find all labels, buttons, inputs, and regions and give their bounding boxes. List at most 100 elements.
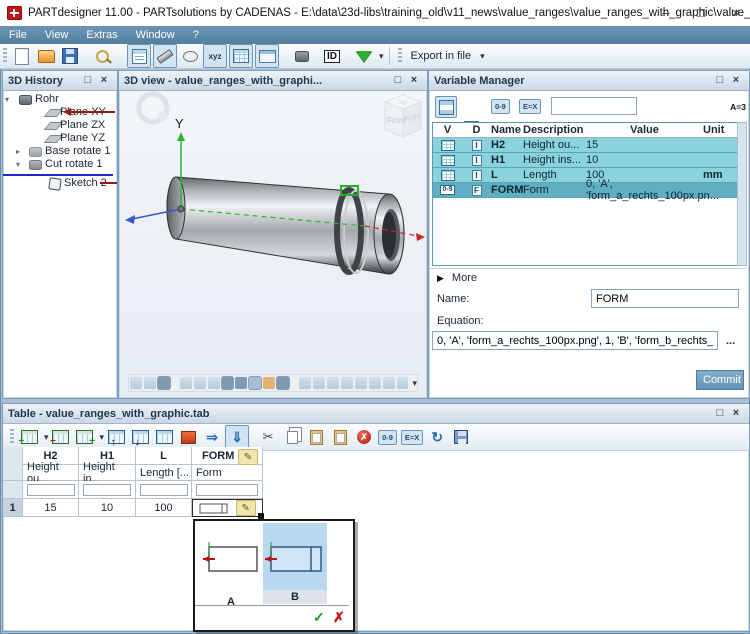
vm-row-form[interactable]: 0-9 F FORM Form 0, 'A', 'form_a_rechts_1… bbox=[433, 183, 738, 198]
screen-tool-icon[interactable] bbox=[222, 377, 234, 389]
filter-input-h1[interactable] bbox=[83, 484, 131, 496]
export-in-file-button[interactable]: Export in file bbox=[405, 50, 478, 62]
vm-search-input[interactable] bbox=[551, 97, 637, 115]
col-d[interactable]: D bbox=[462, 124, 491, 136]
cell-h2[interactable]: 15 bbox=[23, 499, 79, 517]
generate-caret-icon[interactable]: ▾ bbox=[379, 51, 384, 62]
col-v[interactable]: V bbox=[433, 124, 462, 136]
vm-equation-input[interactable] bbox=[432, 331, 718, 350]
wireframe-view-icon[interactable] bbox=[130, 377, 142, 389]
vm-expression-toggle-button[interactable]: E=X bbox=[519, 99, 541, 114]
cell-form-editor[interactable]: ✎ bbox=[192, 499, 263, 517]
tree-expand-icon[interactable]: ▾ bbox=[5, 93, 9, 106]
move-row-down-button[interactable]: ↓ bbox=[129, 426, 151, 448]
menu-view[interactable]: View bbox=[36, 26, 78, 44]
minimize-button[interactable]: – bbox=[655, 0, 677, 26]
apply-down-button[interactable]: ⇓ bbox=[225, 425, 249, 449]
apply-right-button[interactable]: ⇒ bbox=[201, 426, 223, 448]
tree-expand-icon[interactable]: ▾ bbox=[16, 158, 20, 171]
view-right-icon[interactable] bbox=[341, 377, 353, 389]
3d-part-button[interactable] bbox=[291, 45, 313, 67]
cube-tool-icon[interactable] bbox=[277, 377, 289, 389]
view-top-icon[interactable] bbox=[355, 377, 367, 389]
view-iso2-icon[interactable] bbox=[397, 377, 409, 389]
toggle-sketcher-button[interactable] bbox=[153, 44, 177, 68]
open-file-button[interactable] bbox=[35, 45, 57, 67]
vm-assign-button[interactable]: A=3 bbox=[730, 102, 746, 112]
delete-cells-button[interactable]: ✗ bbox=[353, 426, 375, 448]
rotate-tool-icon[interactable] bbox=[194, 377, 206, 389]
insert-row-button[interactable]: + bbox=[74, 426, 96, 448]
table-expression-toggle-button[interactable]: E=X bbox=[401, 430, 423, 445]
form-option-a[interactable]: A bbox=[201, 527, 261, 603]
material-tool-icon[interactable] bbox=[263, 377, 275, 389]
vm-rows-view-button[interactable] bbox=[435, 96, 457, 118]
toggle-dialog-button[interactable] bbox=[255, 44, 279, 68]
vm-close-icon[interactable]: × bbox=[728, 71, 744, 90]
sort-button[interactable] bbox=[177, 426, 199, 448]
view-left-icon[interactable] bbox=[327, 377, 339, 389]
vm-values-toggle-button[interactable]: 0-9 bbox=[491, 99, 510, 114]
cut-button[interactable]: ✂ bbox=[257, 426, 279, 448]
filter-input-l[interactable] bbox=[140, 484, 188, 496]
new-file-button[interactable] bbox=[11, 45, 33, 67]
shaded-view-icon[interactable] bbox=[158, 377, 170, 389]
paste-special-button[interactable] bbox=[329, 426, 351, 448]
view-back-icon[interactable] bbox=[313, 377, 325, 389]
perspective-tool-icon[interactable] bbox=[235, 377, 247, 389]
form-option-b[interactable]: B bbox=[263, 523, 327, 603]
col-name[interactable]: Name bbox=[491, 124, 523, 136]
vm-row-h2[interactable]: I H2 Height ou... 15 bbox=[433, 138, 738, 153]
menu-file[interactable]: File bbox=[0, 26, 36, 44]
table-values-toggle-button[interactable]: 0-9 bbox=[378, 430, 397, 445]
view3d-close-icon[interactable]: × bbox=[406, 71, 422, 90]
view-front-icon[interactable] bbox=[299, 377, 311, 389]
move-row-up-button[interactable]: ↑ bbox=[105, 426, 127, 448]
add-row-button[interactable]: + bbox=[18, 426, 40, 448]
toggle-table-button[interactable] bbox=[229, 44, 253, 68]
delete-row-button[interactable]: − bbox=[50, 426, 72, 448]
col-description[interactable]: Description bbox=[523, 124, 586, 136]
col-unit[interactable]: Unit bbox=[703, 124, 736, 136]
export-caret-icon[interactable]: ▾ bbox=[480, 51, 485, 62]
refresh-button[interactable]: ↻ bbox=[426, 426, 448, 448]
save-button[interactable] bbox=[59, 45, 81, 67]
filter-input-h2[interactable] bbox=[27, 484, 75, 496]
copy-button[interactable] bbox=[281, 426, 303, 448]
editor-anchor-handle[interactable] bbox=[258, 513, 264, 519]
menu-help[interactable]: ? bbox=[184, 26, 208, 44]
menu-extras[interactable]: Extras bbox=[77, 26, 126, 44]
popup-cancel-button[interactable]: ✗ bbox=[333, 609, 345, 626]
form-column-edit-button[interactable]: ✎ bbox=[238, 449, 258, 465]
save-table-button[interactable] bbox=[450, 426, 472, 448]
3d-viewport[interactable]: Top Front Right Y bbox=[119, 90, 425, 370]
vm-row-h1[interactable]: I H1 Height ins... 10 bbox=[433, 153, 738, 168]
cell-l[interactable]: 100 bbox=[136, 499, 192, 517]
pane-tool-icon[interactable] bbox=[249, 377, 261, 389]
col-header-l[interactable]: L bbox=[136, 447, 192, 465]
vm-maximize-icon[interactable]: □ bbox=[712, 71, 728, 90]
add-row-caret-icon[interactable]: ▾ bbox=[44, 432, 49, 443]
form-cell-edit-button[interactable]: ✎ bbox=[236, 500, 256, 516]
row-number-cell[interactable]: 1 bbox=[3, 499, 23, 517]
maximize-button[interactable]: □ bbox=[690, 0, 712, 26]
tree-collapse-icon[interactable]: ▸ bbox=[16, 145, 20, 158]
toggle-history-button[interactable] bbox=[127, 44, 151, 68]
zoom-button[interactable] bbox=[91, 45, 113, 67]
cylinder-model[interactable] bbox=[167, 177, 404, 274]
vm-equation-more-button[interactable]: ... bbox=[726, 335, 735, 347]
viewport-toolbar-chevron-icon[interactable]: ▾ bbox=[412, 378, 417, 389]
id-button[interactable]: ID bbox=[321, 45, 343, 67]
popup-ok-button[interactable]: ✓ bbox=[313, 609, 325, 626]
vm-scrollbar[interactable] bbox=[737, 122, 747, 266]
light-tool-icon[interactable] bbox=[208, 377, 220, 389]
hidden-line-view-icon[interactable] bbox=[144, 377, 156, 389]
navigation-cube[interactable]: Top Front Right bbox=[385, 95, 422, 137]
generate-button[interactable] bbox=[353, 45, 375, 67]
vm-more-expander[interactable]: ▶ More bbox=[437, 272, 477, 284]
view-iso-icon[interactable] bbox=[383, 377, 395, 389]
table-maximize-icon[interactable]: □ bbox=[712, 404, 728, 423]
view-bottom-icon[interactable] bbox=[369, 377, 381, 389]
paste-button[interactable] bbox=[305, 426, 327, 448]
insert-row-caret-icon[interactable]: ▾ bbox=[100, 432, 105, 443]
